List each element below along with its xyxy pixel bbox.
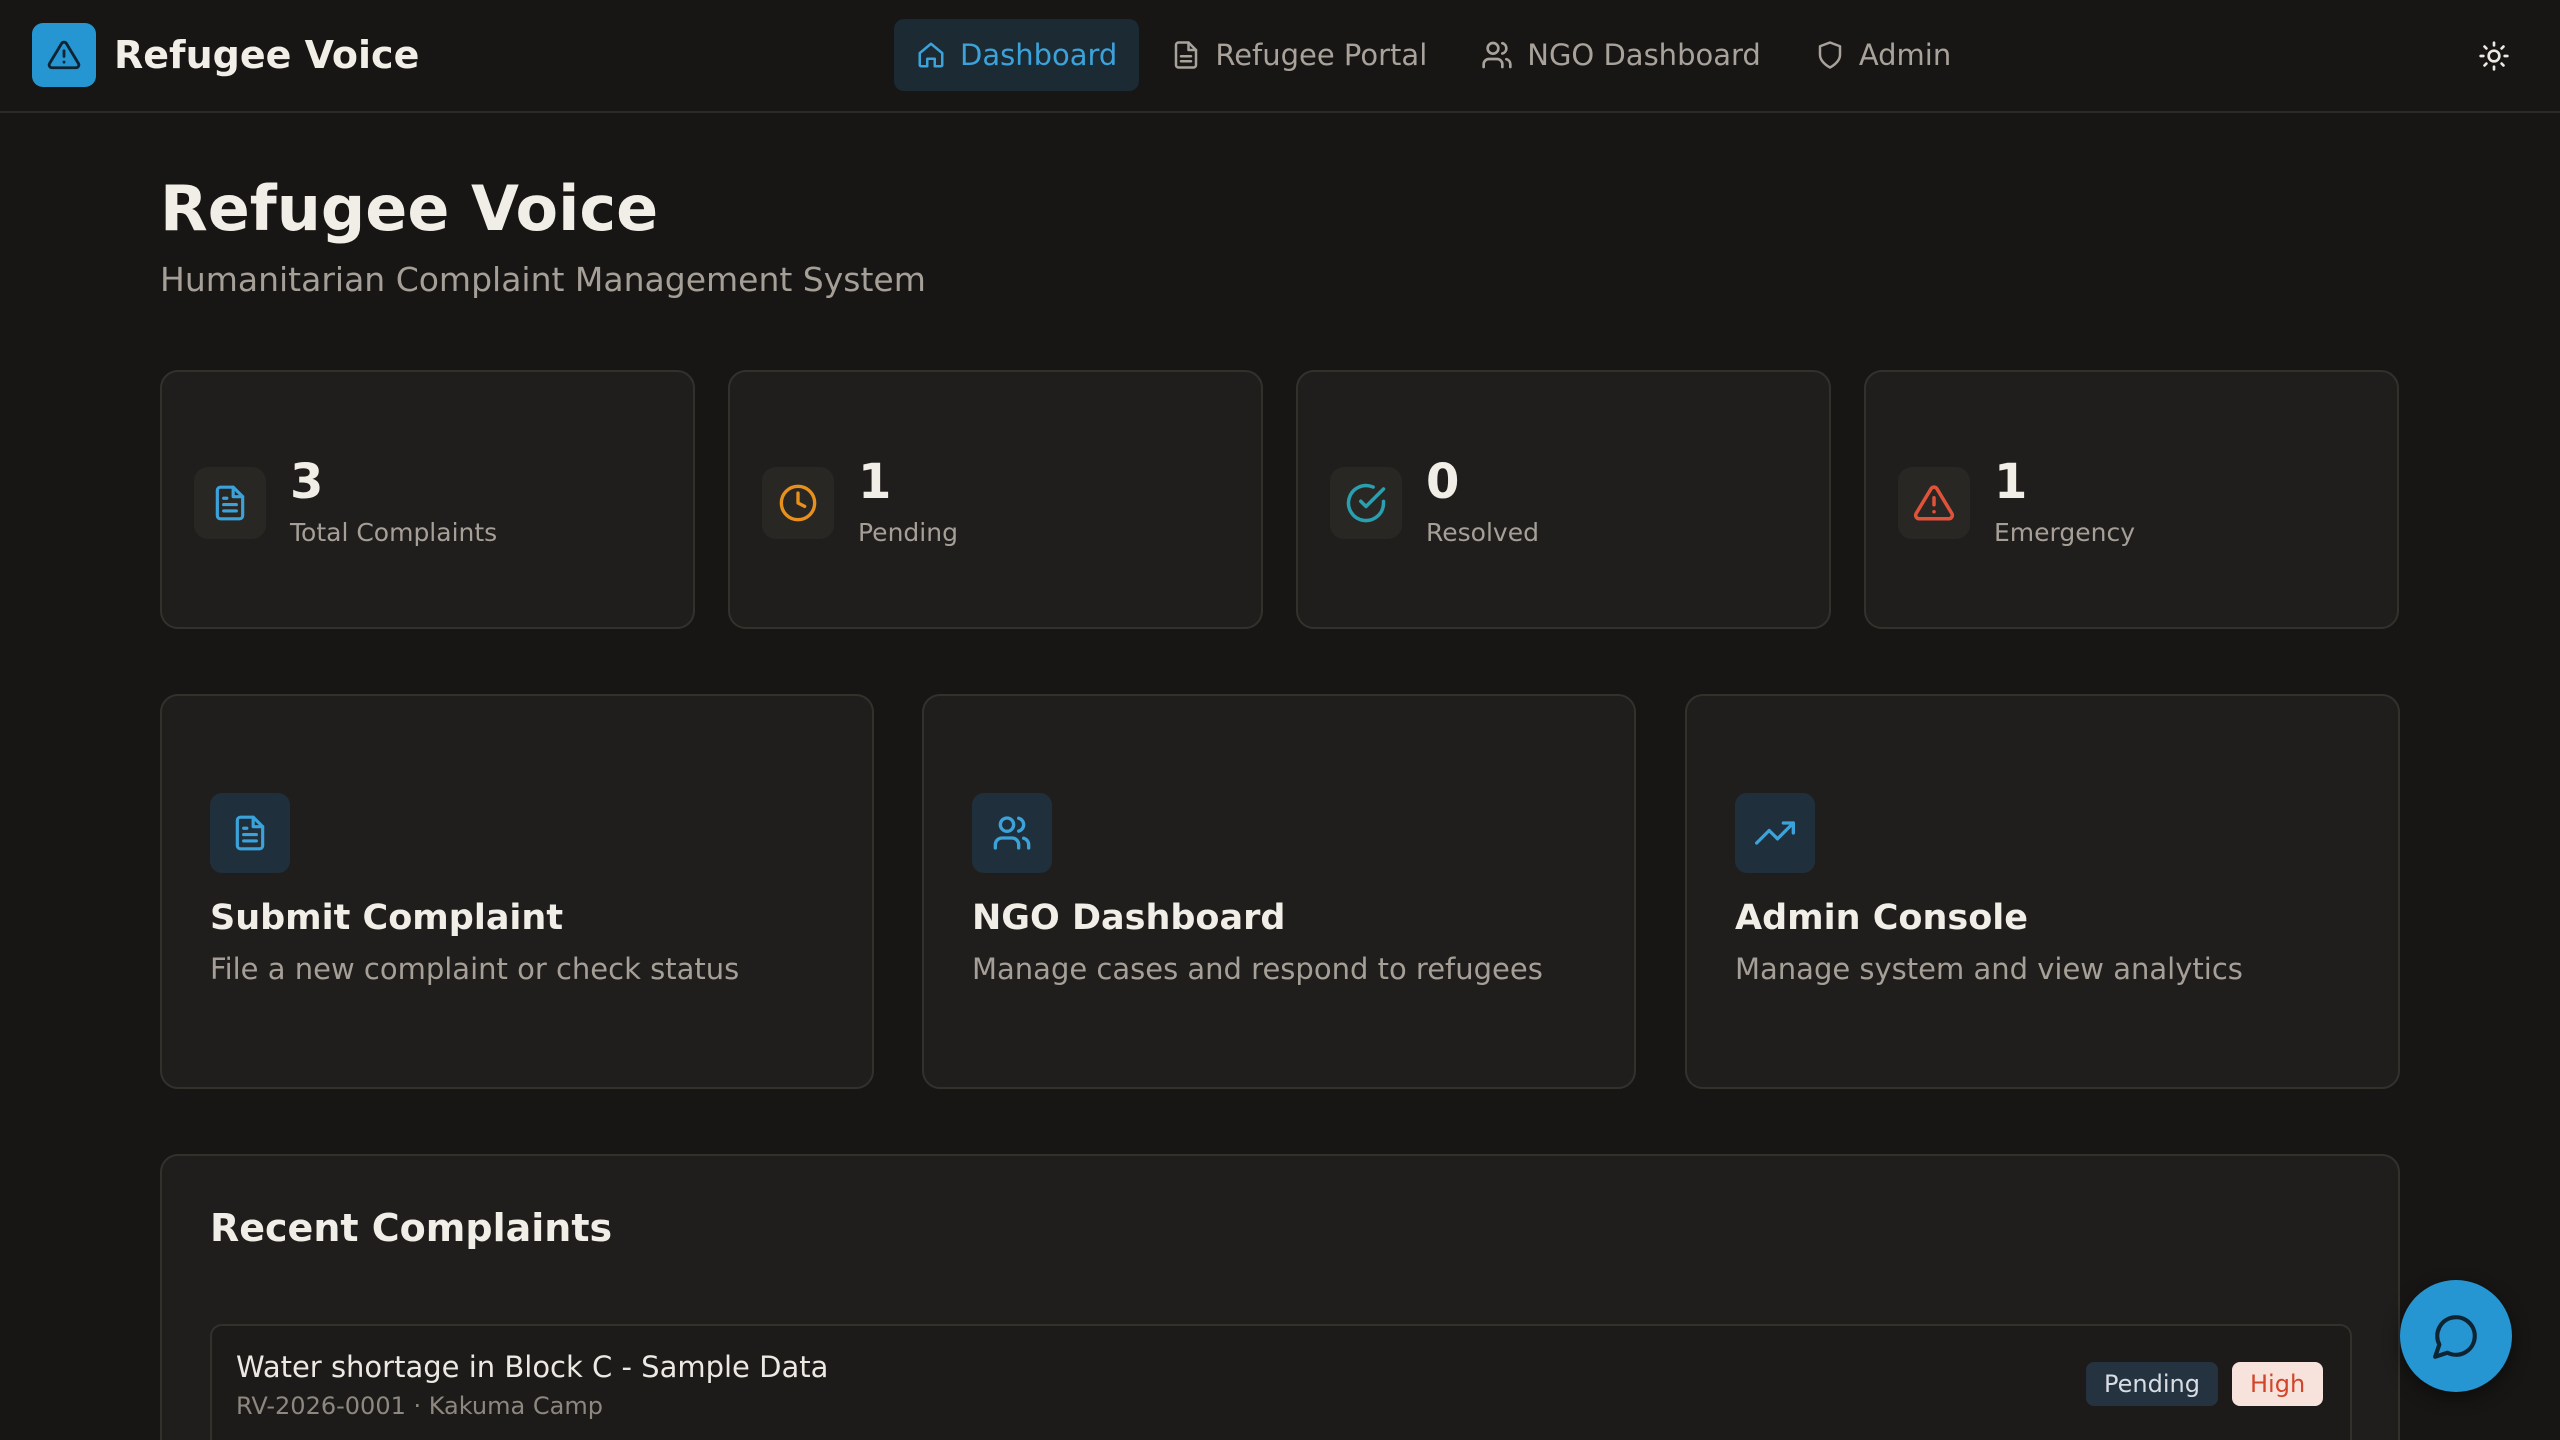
- sun-icon: [2479, 41, 2509, 71]
- stat-card-total-complaints: 3 Total Complaints: [160, 370, 695, 629]
- alert-triangle-icon: [1898, 467, 1970, 539]
- action-description: Manage system and view analytics: [1735, 952, 2243, 986]
- stat-value: 1: [1994, 454, 2028, 510]
- action-title: Admin Console: [1735, 898, 2028, 938]
- stat-value: 3: [290, 454, 324, 510]
- document-icon: [194, 467, 266, 539]
- trending-up-icon: [1735, 793, 1815, 873]
- chat-bubble-icon: [2433, 1315, 2477, 1359]
- stat-card-pending: 1 Pending: [728, 370, 1263, 629]
- action-card-submit-complaint[interactable]: Submit Complaint File a new complaint or…: [160, 694, 874, 1089]
- complaint-meta: RV-2026-0001 · Kakuma Camp: [236, 1392, 603, 1420]
- action-title: NGO Dashboard: [972, 898, 1286, 938]
- stat-label: Emergency: [1994, 518, 2136, 547]
- stat-card-emergency: 1 Emergency: [1864, 370, 2399, 629]
- page-subtitle: Humanitarian Complaint Management System: [160, 260, 926, 299]
- complaint-row[interactable]: Water shortage in Block C - Sample Data …: [210, 1324, 2352, 1440]
- users-icon: [972, 793, 1052, 873]
- stat-label: Resolved: [1426, 518, 1539, 547]
- top-navigation-bar: Refugee Voice Dashboard Refugee Portal N…: [0, 0, 2560, 113]
- document-icon: [1175, 41, 1198, 69]
- stat-value: 0: [1426, 454, 1460, 510]
- stat-card-resolved: 0 Resolved: [1296, 370, 1831, 629]
- clock-icon: [762, 467, 834, 539]
- document-icon: [210, 793, 290, 873]
- users-icon: [1482, 41, 1512, 69]
- theme-toggle-button[interactable]: [2474, 36, 2514, 76]
- action-card-ngo-dashboard[interactable]: NGO Dashboard Manage cases and respond t…: [922, 694, 1636, 1089]
- stat-label: Pending: [858, 518, 958, 547]
- nav-item-admin[interactable]: Admin: [1793, 19, 1973, 91]
- stat-value: 1: [858, 454, 892, 510]
- action-description: Manage cases and respond to refugees: [972, 952, 1543, 986]
- brand[interactable]: Refugee Voice: [32, 23, 419, 87]
- nav-item-refugee-portal[interactable]: Refugee Portal: [1149, 19, 1449, 91]
- nav-item-label: NGO Dashboard: [1527, 38, 1761, 72]
- recent-complaints-panel: Recent Complaints Water shortage in Bloc…: [160, 1154, 2400, 1440]
- main-nav: Dashboard Refugee Portal NGO Dashboard A…: [894, 19, 1983, 91]
- status-badge: Pending: [2086, 1362, 2218, 1406]
- section-title: Recent Complaints: [210, 1206, 613, 1250]
- nav-item-ngo-dashboard[interactable]: NGO Dashboard: [1459, 19, 1783, 91]
- page-title: Refugee Voice: [160, 172, 659, 245]
- nav-item-label: Refugee Portal: [1215, 38, 1428, 72]
- nav-item-label: Admin: [1858, 38, 1952, 72]
- alert-triangle-icon: [32, 23, 96, 87]
- shield-icon: [1818, 41, 1842, 69]
- action-card-admin-console[interactable]: Admin Console Manage system and view ana…: [1685, 694, 2400, 1089]
- action-title: Submit Complaint: [210, 898, 564, 938]
- chat-button[interactable]: [2400, 1280, 2512, 1392]
- complaint-title: Water shortage in Block C - Sample Data: [236, 1350, 829, 1384]
- stat-label: Total Complaints: [290, 518, 498, 547]
- home-icon: [918, 42, 944, 68]
- nav-item-dashboard[interactable]: Dashboard: [894, 19, 1140, 91]
- check-circle-icon: [1330, 467, 1402, 539]
- priority-badge: High: [2232, 1362, 2324, 1406]
- action-description: File a new complaint or check status: [210, 952, 740, 986]
- nav-item-label: Dashboard: [960, 38, 1118, 72]
- brand-name: Refugee Voice: [114, 33, 420, 77]
